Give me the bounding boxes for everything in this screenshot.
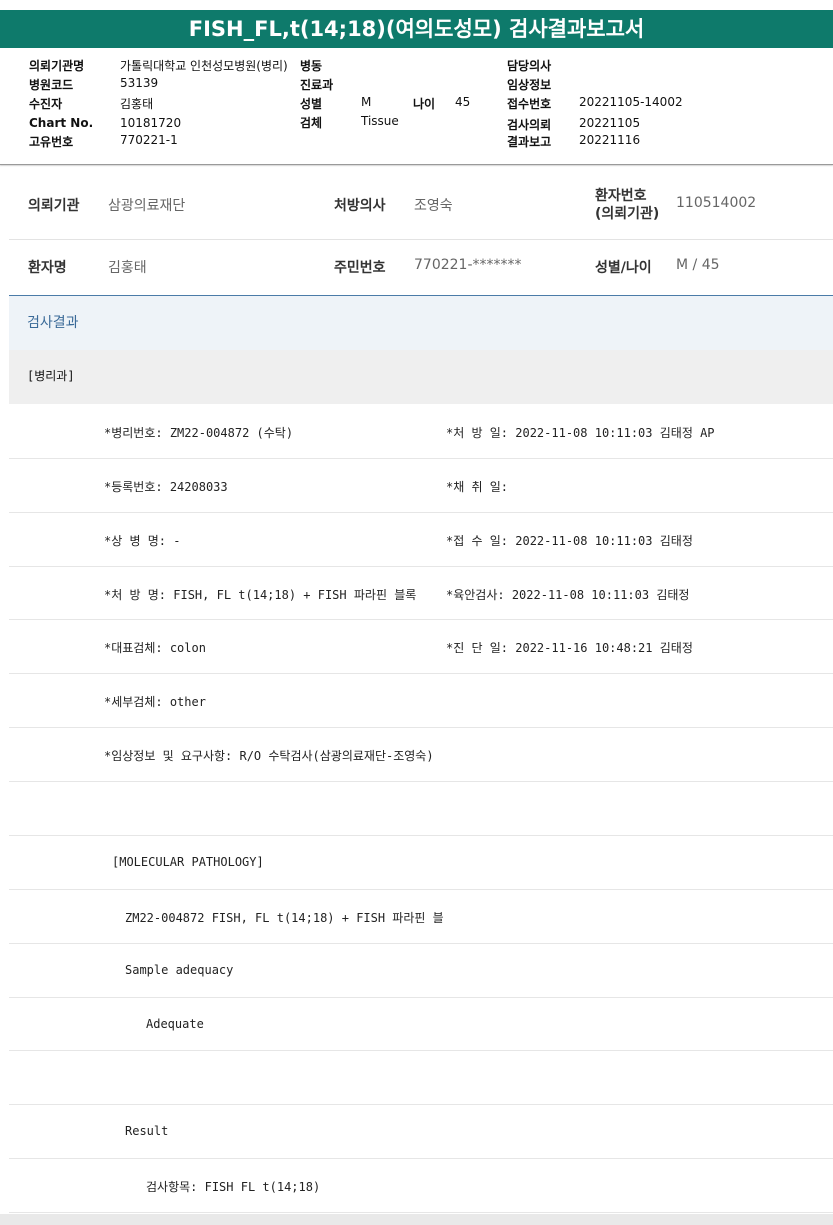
patient-label-patient-no: 환자번호 [595, 188, 647, 204]
header-label-doctor: 담당의사 [507, 59, 552, 73]
header-value-specimen: Tissue [361, 114, 399, 128]
result-row-right: *처 방 일: 2022-11-08 10:11:03 김태정 AP [446, 426, 715, 440]
patient-value-name: 김홍태 [108, 260, 147, 276]
header-value-age: 45 [455, 95, 471, 109]
header-label-dept: 진료과 [300, 78, 334, 92]
patient-label-sex-age: 성별/나이 [595, 260, 652, 276]
header-label-sex: 성별 [300, 97, 323, 111]
result-row-left: *세부검체: other [104, 695, 206, 709]
results-dept-row: [병리과] [9, 350, 833, 404]
result-row-divider [9, 1050, 833, 1051]
results-section-header: 검사결과 [9, 295, 833, 350]
patient-label-name: 환자명 [28, 260, 67, 276]
patient-value-prescriber: 조영숙 [414, 198, 453, 214]
results-section-title: 검사결과 [27, 315, 79, 331]
case-line: ZM22-004872 FISH, FL t(14;18) + FISH 파라핀… [125, 911, 444, 925]
header-label-specimen: 검체 [300, 116, 323, 130]
result-row-divider [9, 889, 833, 890]
header-label-receipt-no: 접수번호 [507, 97, 552, 111]
result-row-divider [9, 1104, 833, 1105]
result-row-left: *임상정보 및 요구사항: R/O 수탁검사(삼광의료재단-조영숙) [104, 749, 434, 763]
result-row-divider [9, 997, 833, 998]
header-value-sex: M [361, 95, 372, 109]
result-row-divider [9, 781, 833, 782]
result-row-left: *등록번호: 24208033 [104, 480, 228, 494]
header-value-result-report: 20221116 [579, 133, 641, 147]
result-row-divider [9, 512, 833, 513]
results-dept-label: [병리과] [27, 369, 75, 383]
header-label-hosp-code: 병원코드 [29, 78, 74, 92]
result-row-divider [9, 1158, 833, 1159]
result-row-left: *병리번호: ZM22-004872 (수탁) [104, 426, 294, 440]
result-row-right: *육안검사: 2022-11-08 10:11:03 김태정 [446, 588, 690, 602]
test-item: 검사항목: FISH FL t(14;18) [146, 1180, 321, 1194]
header-label-age: 나이 [413, 97, 436, 111]
header-label-req-inst: 의뢰기관명 [29, 59, 85, 73]
result-row-divider [9, 727, 833, 728]
header-label-collector: 수진자 [29, 97, 63, 111]
result-row-divider [9, 566, 833, 567]
patient-value-req-inst: 삼광의료재단 [108, 198, 186, 214]
result-row-divider [9, 1212, 833, 1213]
header-label-test-request: 검사의뢰 [507, 118, 552, 132]
header-label-clinical-info: 임상정보 [507, 78, 552, 92]
result-row-divider [9, 458, 833, 459]
header-value-receipt-no: 20221105-14002 [579, 95, 683, 109]
result-row-divider [9, 835, 833, 836]
result-row-right: *채 취 일: [446, 480, 509, 494]
result-row-left: *상 병 명: - [104, 534, 181, 548]
result-label: Result [125, 1124, 169, 1138]
header-value-unique-no: 770221-1 [120, 133, 178, 147]
header-label-result-report: 결과보고 [507, 135, 552, 149]
result-row-right: *진 단 일: 2022-11-16 10:48:21 김태정 [446, 641, 693, 655]
header-label-ward: 병동 [300, 59, 323, 73]
patient-label-prescriber: 처방의사 [334, 198, 386, 214]
bottom-band [0, 1214, 833, 1225]
molecular-header: [MOLECULAR PATHOLOGY] [112, 855, 264, 869]
sample-adequacy-label: Sample adequacy [125, 963, 234, 977]
result-row-right: *접 수 일: 2022-11-08 10:11:03 김태정 [446, 534, 693, 548]
patient-row-divider [9, 239, 833, 240]
result-row-left: *대표검체: colon [104, 641, 206, 655]
header-label-unique-no: 고유번호 [29, 135, 74, 149]
header-divider [0, 164, 833, 165]
header-value-collector: 김홍태 [120, 97, 154, 111]
result-row-divider [9, 619, 833, 620]
header-value-test-request: 20221105 [579, 116, 641, 130]
patient-value-resident-no: 770221-******* [414, 257, 522, 273]
result-row-left: *처 방 명: FISH, FL t(14;18) + FISH 파라핀 블록 [104, 588, 417, 602]
patient-value-patient-no: 110514002 [676, 195, 757, 211]
header-value-hosp-code: 53139 [120, 76, 159, 90]
sample-adequacy-value: Adequate [146, 1017, 204, 1031]
result-row-divider [9, 673, 833, 674]
patient-label-patient-no-sub: (의뢰기관) [595, 206, 660, 222]
header-value-chart-no: 10181720 [120, 116, 182, 130]
result-row-divider [9, 943, 833, 944]
patient-label-req-inst: 의뢰기관 [28, 198, 80, 214]
header-value-req-inst: 가톨릭대학교 인천성모병원(병리) [120, 59, 288, 73]
report-title: FISH_FL,t(14;18)(여의도성모) 검사결과보고서 [0, 10, 833, 48]
header-label-chart-no: Chart No. [29, 116, 94, 130]
patient-label-resident-no: 주민번호 [334, 260, 386, 276]
patient-value-sex-age: M / 45 [676, 257, 720, 273]
